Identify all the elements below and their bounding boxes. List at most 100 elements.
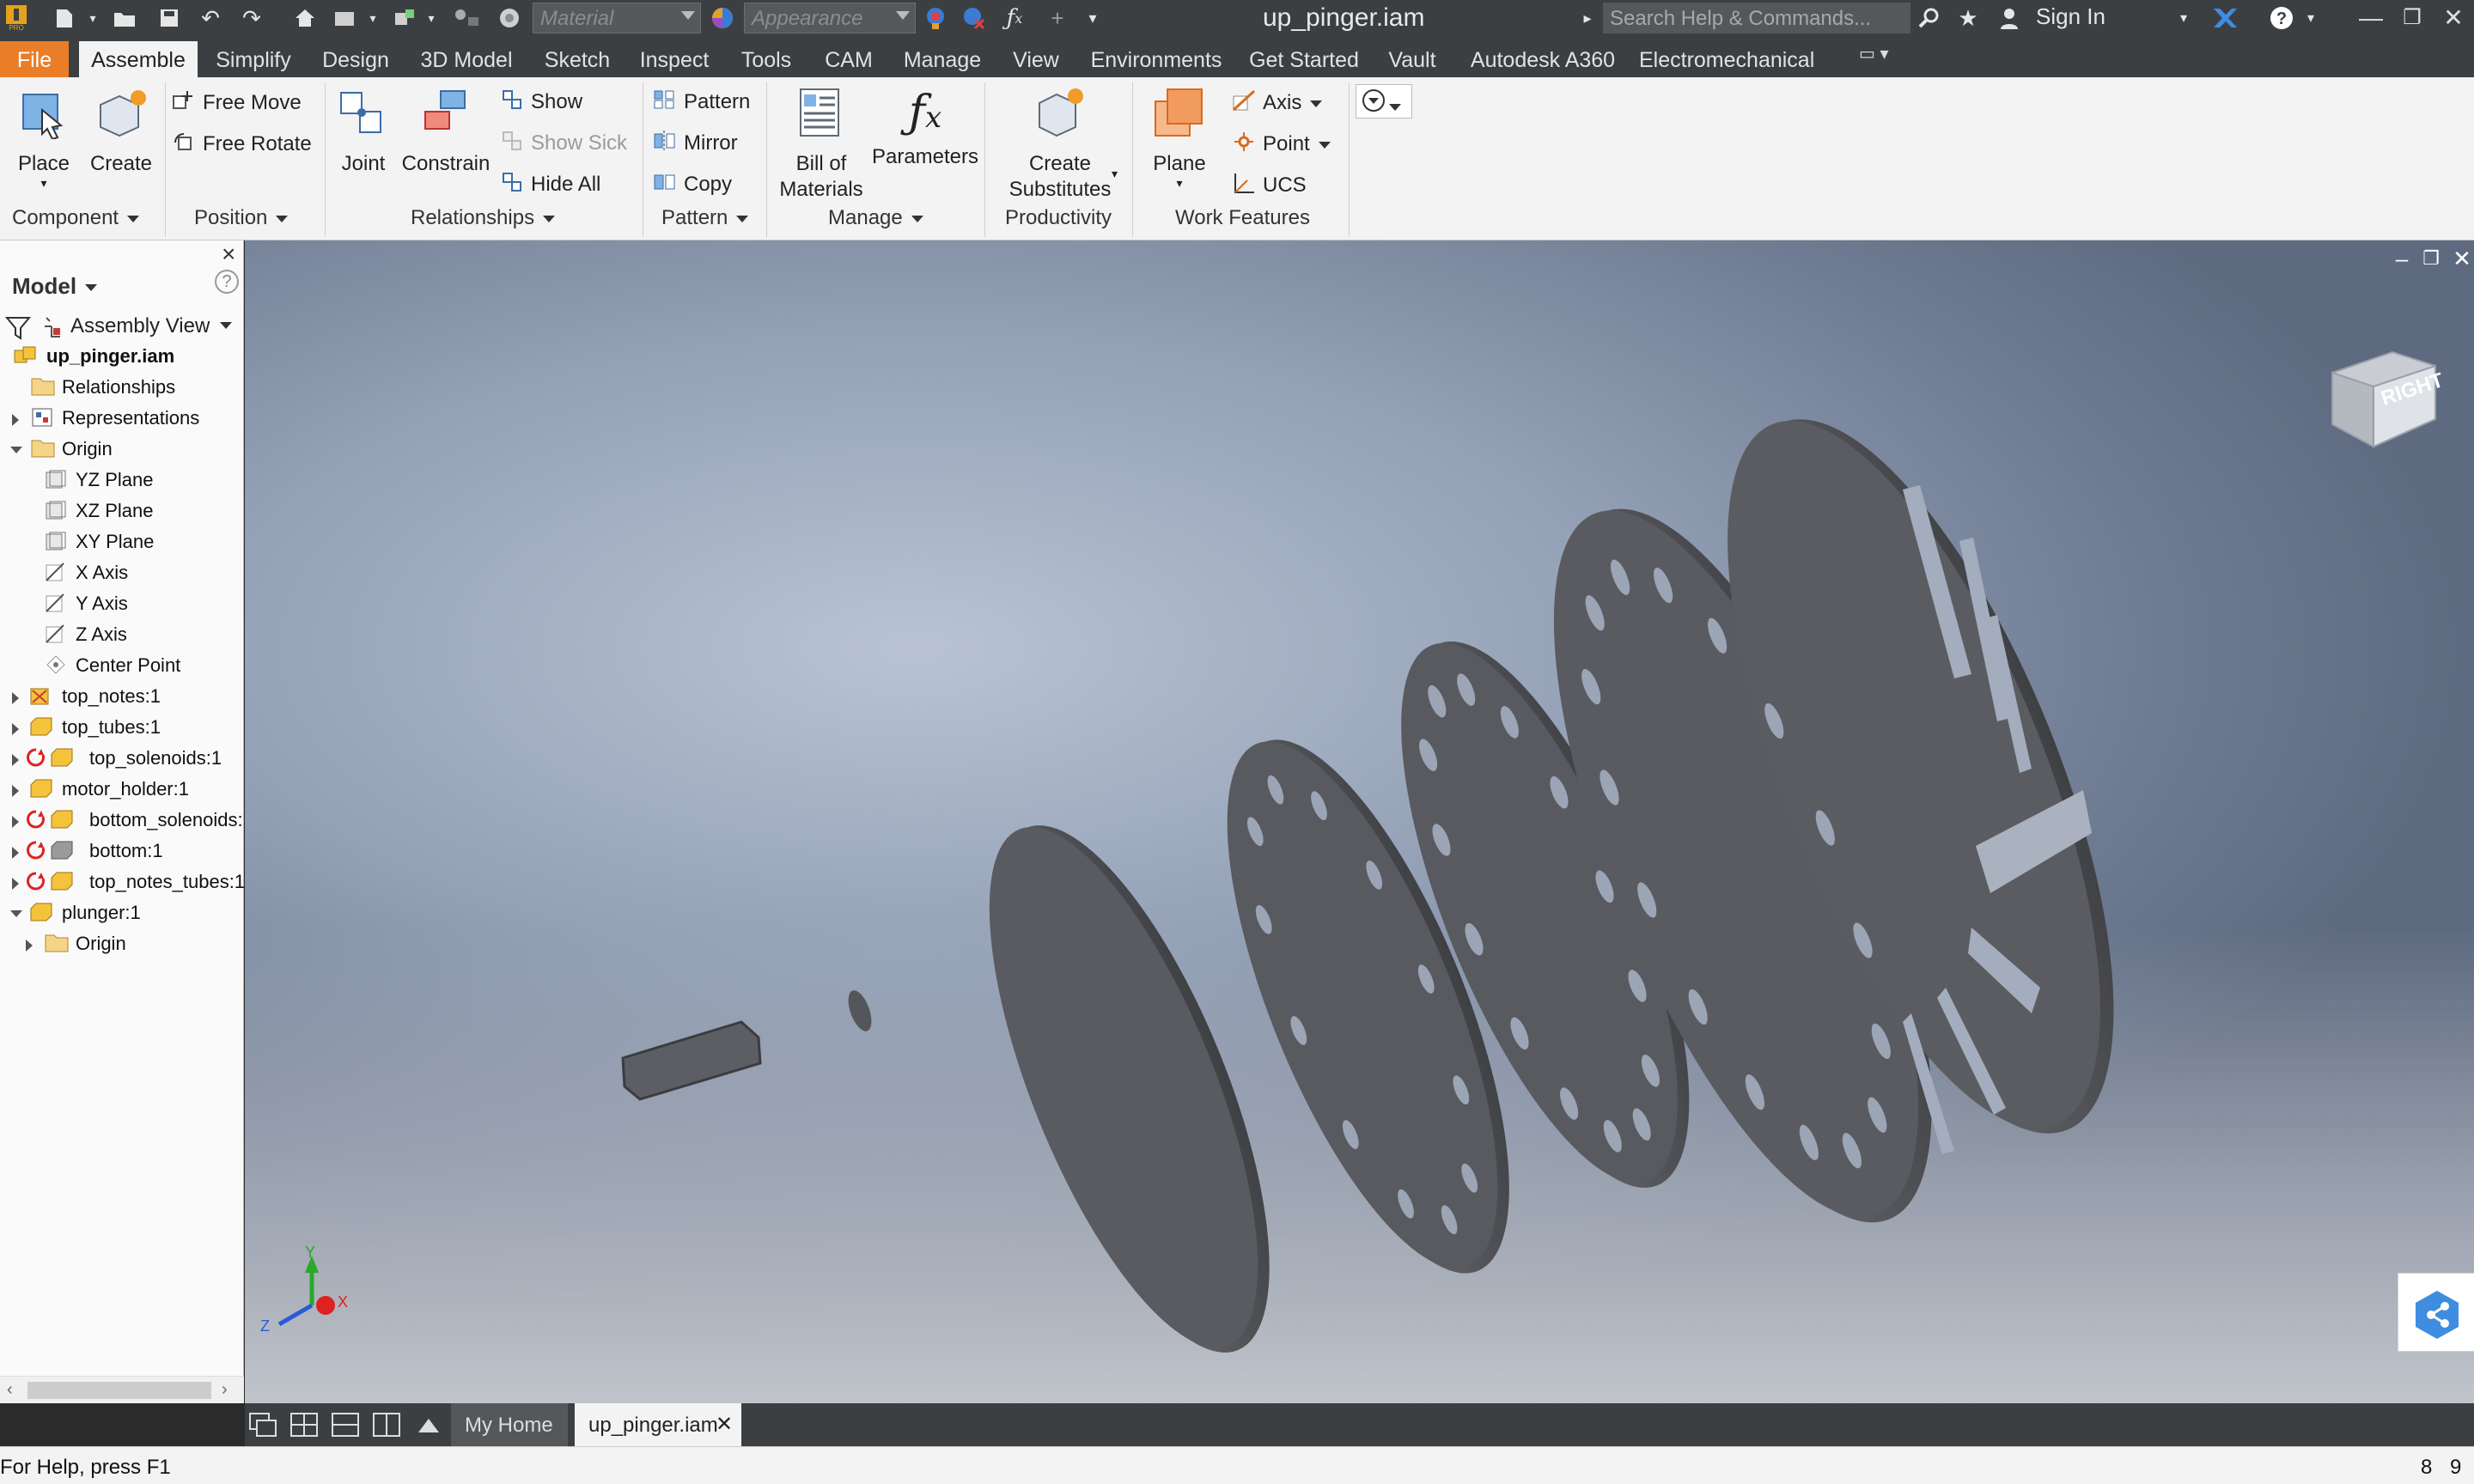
undo-icon[interactable]: ↶ [196, 3, 225, 33]
view-cube[interactable]: RIGHT [2324, 335, 2447, 455]
show-sick-button[interactable]: Show Sick [502, 131, 627, 157]
tab-autodesk-a360[interactable]: Autodesk A360 [1460, 41, 1625, 77]
expand-arrow-icon[interactable] [12, 692, 19, 704]
inventor-logo-icon[interactable]: PRO [2, 3, 31, 33]
show-button[interactable]: Show [502, 89, 582, 116]
free-move-button[interactable]: Free Move [172, 89, 302, 118]
tree-node-y-axis[interactable]: Y Axis [0, 589, 244, 620]
create-substitutes-dropdown-icon[interactable]: ▾ [1112, 167, 1118, 181]
globe-icon[interactable] [495, 3, 524, 33]
ribbon-options-icon[interactable]: ▭ ▾ [1859, 43, 1910, 69]
pattern-button[interactable]: Pattern [653, 89, 750, 116]
tree-node-top-notes-tubes[interactable]: top_notes_tubes:1 [0, 867, 245, 898]
bill-of-materials-button[interactable]: Bill of Materials [771, 86, 871, 203]
collapse-arrow-icon[interactable] [10, 447, 22, 453]
tree-node-top-notes[interactable]: top_notes:1 [0, 682, 244, 713]
adjust-appearance-icon[interactable] [921, 3, 952, 33]
point-button[interactable]: Point [1232, 131, 1331, 159]
clear-appearance-icon[interactable] [959, 3, 990, 33]
tab-simplify[interactable]: Simplify [206, 41, 301, 77]
tree-node-motor-holder[interactable]: motor_holder:1 [0, 775, 244, 806]
constrain-button[interactable]: Constrain [397, 86, 495, 177]
tree-node-center-point[interactable]: Center Point [0, 651, 244, 682]
material-combo[interactable]: Material [533, 3, 701, 33]
tab-get-started[interactable]: Get Started [1244, 41, 1364, 77]
tab-cam[interactable]: CAM [816, 41, 881, 77]
ribbon-expand-button[interactable] [1356, 84, 1412, 119]
favorites-star-icon[interactable]: ★ [1953, 3, 1983, 33]
search-help-input[interactable]: Search Help & Commands... [1603, 3, 1910, 33]
hide-all-button[interactable]: Hide All [502, 172, 600, 198]
tree-node-representations[interactable]: Representations [0, 404, 244, 435]
tile-vertical-icon[interactable] [372, 1410, 405, 1439]
appearance-ball-icon[interactable] [708, 3, 737, 33]
collapse-arrow-icon[interactable] [10, 910, 22, 917]
tab-view[interactable]: View [1003, 41, 1069, 77]
sign-in-link[interactable]: Sign In [2036, 3, 2105, 30]
tab-inspect[interactable]: Inspect [632, 41, 716, 77]
filter-icon[interactable] [4, 316, 32, 344]
return-icon[interactable] [330, 3, 359, 33]
tree-node-top-tubes[interactable]: top_tubes:1 [0, 713, 244, 744]
expand-arrow-icon[interactable] [12, 414, 19, 426]
free-rotate-button[interactable]: Free Rotate [172, 131, 312, 159]
plus-icon[interactable]: + [1043, 3, 1072, 33]
update-dropdown-icon[interactable]: ▾ [423, 3, 440, 33]
browser-help-icon[interactable]: ? [215, 270, 239, 294]
tree-node-relationships[interactable]: Relationships [0, 373, 244, 404]
tab-up-pinger[interactable]: up_pinger.iam ✕ [575, 1403, 741, 1446]
expand-arrow-icon[interactable] [12, 878, 19, 890]
tab-file[interactable]: File [0, 41, 69, 77]
scroll-right-icon[interactable]: › [222, 1380, 228, 1400]
tab-assemble[interactable]: Assemble [79, 41, 198, 77]
update-icon[interactable] [390, 3, 419, 33]
expand-arrow-icon[interactable] [12, 723, 19, 735]
return-dropdown-icon[interactable]: ▾ [364, 3, 381, 33]
tree-node-z-axis[interactable]: Z Axis [0, 620, 244, 651]
cascade-windows-icon[interactable] [248, 1410, 281, 1439]
document-list-icon[interactable] [413, 1410, 446, 1439]
group-manage[interactable]: Manage [828, 206, 923, 230]
expand-arrow-icon[interactable] [12, 847, 19, 859]
tab-my-home[interactable]: My Home [451, 1403, 568, 1446]
tree-node-bottom[interactable]: bottom:1 [0, 836, 244, 867]
group-relationships[interactable]: Relationships [411, 206, 556, 230]
help-icon[interactable]: ? [2266, 3, 2297, 33]
tile-windows-icon[interactable] [289, 1410, 322, 1439]
view-selector[interactable]: Assembly View [3, 313, 241, 342]
new-dropdown-icon[interactable]: ▾ [84, 3, 101, 33]
tree-node-origin[interactable]: Origin [0, 435, 244, 465]
scroll-left-icon[interactable]: ‹ [7, 1380, 13, 1400]
restore-window-icon[interactable]: ❐ [2393, 2, 2431, 34]
redo-icon[interactable]: ↷ [237, 3, 266, 33]
home-icon[interactable] [290, 3, 320, 33]
tab-environments[interactable]: Environments [1082, 41, 1230, 77]
place-button[interactable]: Place ▾ [7, 86, 81, 189]
axis-button[interactable]: Axis [1232, 89, 1323, 118]
tree-node-xz-plane[interactable]: XZ Plane [0, 496, 244, 527]
group-pattern[interactable]: Pattern [661, 206, 749, 230]
create-button[interactable]: Create [86, 86, 156, 177]
group-component[interactable]: Component [12, 206, 140, 230]
expand-arrow-icon[interactable] [26, 940, 33, 952]
expand-arrow-icon[interactable] [12, 785, 19, 797]
open-icon[interactable] [110, 3, 139, 33]
joint-button[interactable]: Joint [333, 86, 393, 177]
expand-arrow-icon[interactable] [12, 754, 19, 766]
tree-node-yz-plane[interactable]: YZ Plane [0, 465, 244, 496]
browser-horizontal-scrollbar[interactable]: ‹ › [0, 1376, 244, 1403]
tree-node-plunger-origin[interactable]: Origin [0, 929, 244, 960]
tree-node-bottom-solenoids[interactable]: bottom_solenoids:1 [0, 806, 244, 836]
tab-3d-model[interactable]: 3D Model [411, 41, 522, 77]
tree-node-xy-plane[interactable]: XY Plane [0, 527, 244, 558]
plane-dropdown-icon[interactable]: ▾ [1143, 177, 1216, 189]
tab-manage[interactable]: Manage [895, 41, 990, 77]
tab-sketch[interactable]: Sketch [536, 41, 618, 77]
parameters-button[interactable]: ƒx Parameters [869, 86, 981, 170]
save-icon[interactable] [155, 3, 184, 33]
fx-icon[interactable]: ƒx [1000, 3, 1029, 33]
tile-horizontal-icon[interactable] [331, 1410, 363, 1439]
tab-vault[interactable]: Vault [1378, 41, 1447, 77]
select-icon[interactable] [450, 3, 484, 33]
close-tab-icon[interactable]: ✕ [716, 1412, 733, 1437]
